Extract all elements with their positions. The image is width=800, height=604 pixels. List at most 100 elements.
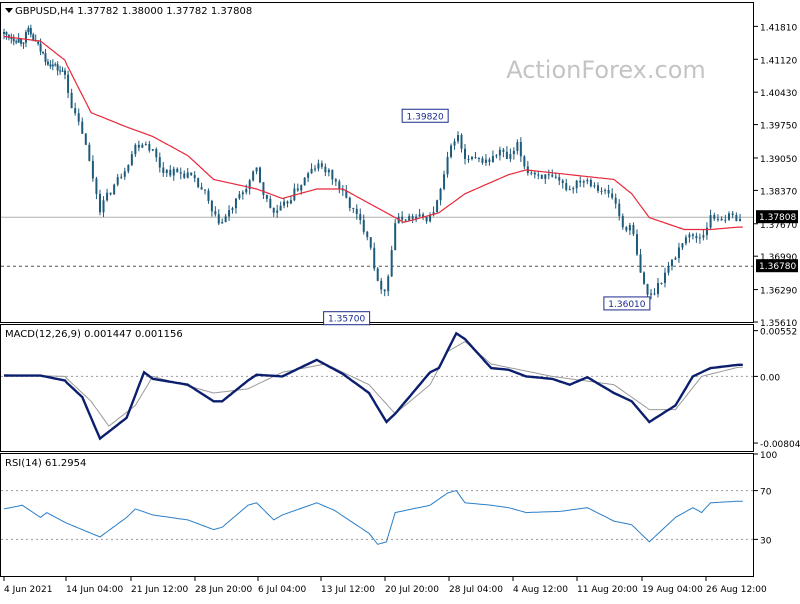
candle-body bbox=[245, 189, 248, 193]
candle-body bbox=[39, 43, 42, 52]
candle-body bbox=[373, 247, 376, 269]
candle-body bbox=[650, 293, 653, 295]
candle-body bbox=[663, 272, 666, 283]
candle-body bbox=[296, 188, 299, 191]
candle-body bbox=[439, 188, 442, 201]
candle-body bbox=[255, 167, 258, 172]
candle-body bbox=[411, 216, 414, 219]
candle-body bbox=[593, 185, 596, 187]
candle-body bbox=[307, 173, 310, 178]
candle-body bbox=[495, 155, 498, 157]
candle-body bbox=[207, 190, 210, 201]
candle-body bbox=[286, 201, 289, 204]
candle-body bbox=[151, 149, 154, 151]
candle-body bbox=[523, 156, 526, 167]
candle-body bbox=[684, 237, 687, 244]
candle-body bbox=[568, 189, 571, 191]
candle-body bbox=[657, 283, 659, 294]
candle-body bbox=[200, 187, 203, 190]
annotation-text: 1.39820 bbox=[407, 112, 444, 122]
collapse-triangle-icon[interactable] bbox=[5, 8, 13, 13]
time-axis-label: 26 Aug 12:00 bbox=[706, 585, 767, 595]
candle-body bbox=[279, 205, 282, 211]
candle-body bbox=[408, 216, 411, 221]
price-axis-label: 1.40430 bbox=[760, 89, 797, 99]
candle-body bbox=[681, 243, 684, 248]
candle-body bbox=[565, 183, 568, 190]
candle-body bbox=[15, 41, 18, 43]
candle-body bbox=[327, 169, 330, 173]
candle-body bbox=[474, 157, 477, 159]
candle-body bbox=[148, 144, 151, 151]
candle-body bbox=[37, 41, 40, 44]
candle-body bbox=[509, 154, 512, 159]
candle-body bbox=[22, 42, 25, 44]
price-axis-label: 1.41810 bbox=[760, 23, 797, 33]
candle-body bbox=[204, 189, 207, 191]
candle-body bbox=[505, 151, 508, 159]
candle-body bbox=[197, 178, 200, 188]
candle-body bbox=[3, 32, 5, 34]
candle-body bbox=[17, 38, 20, 43]
candle-body bbox=[366, 231, 369, 238]
candle-body bbox=[44, 53, 47, 62]
candle-body bbox=[262, 182, 265, 195]
candle-body bbox=[61, 70, 64, 72]
price-header: GBPUSD,H4 1.37782 1.38000 1.37782 1.3780… bbox=[5, 6, 252, 17]
candle-body bbox=[691, 234, 694, 236]
candle-body bbox=[695, 235, 698, 239]
candle-body bbox=[453, 141, 456, 146]
candle-body bbox=[713, 215, 716, 219]
candle-body bbox=[387, 276, 390, 292]
time-axis-label: 20 Jul 20:00 bbox=[385, 585, 439, 595]
candle-body bbox=[155, 149, 158, 158]
candle-body bbox=[303, 177, 306, 186]
candle-body bbox=[635, 234, 638, 255]
rsi-panel-frame bbox=[0, 453, 754, 577]
candle-body bbox=[544, 174, 547, 179]
candle-body bbox=[320, 163, 323, 167]
candle-body bbox=[77, 113, 80, 122]
candle-body bbox=[436, 200, 439, 213]
candle-body bbox=[317, 163, 320, 169]
candle-body bbox=[289, 200, 292, 204]
candle-body bbox=[457, 135, 460, 142]
candle-body bbox=[579, 180, 582, 183]
candle-body bbox=[176, 168, 179, 173]
candle-body bbox=[137, 144, 140, 148]
candle-body bbox=[394, 223, 397, 251]
candle-body bbox=[127, 165, 130, 172]
candle-body bbox=[276, 210, 279, 213]
current-price-badge-text: 1.37808 bbox=[759, 213, 796, 223]
candle-body bbox=[677, 247, 680, 259]
candle-body bbox=[228, 210, 231, 217]
candle-body bbox=[123, 171, 126, 177]
candle-body bbox=[621, 216, 624, 228]
macd-line bbox=[4, 331, 743, 441]
time-axis-label: 11 Aug 20:00 bbox=[577, 585, 638, 595]
candle-body bbox=[165, 169, 168, 173]
price-axis-label: 1.39750 bbox=[760, 122, 797, 132]
candle-body bbox=[607, 190, 610, 194]
rsi-axis-label: 70 bbox=[760, 488, 772, 498]
candle-body bbox=[241, 192, 244, 195]
candle-body bbox=[670, 259, 673, 267]
candle-body bbox=[183, 173, 186, 178]
candle-body bbox=[589, 179, 592, 187]
price-axis-label: 1.41120 bbox=[760, 56, 797, 66]
candle-body bbox=[450, 145, 453, 157]
candle-body bbox=[554, 176, 557, 178]
candle-body bbox=[313, 168, 316, 170]
candle-body bbox=[735, 215, 738, 221]
candle-body bbox=[144, 144, 147, 146]
price-axis-label: 1.38370 bbox=[760, 187, 797, 197]
candle-body bbox=[586, 179, 589, 182]
candle-body bbox=[561, 180, 564, 184]
candle-body bbox=[5, 32, 8, 35]
level-price-badge-text: 1.36780 bbox=[759, 262, 796, 272]
candle-body bbox=[614, 197, 617, 204]
macd-axis-label: 0.00 bbox=[760, 373, 780, 383]
candle-body bbox=[169, 169, 172, 176]
gbpusd-chart-window: ActionForex.com GBPUSD,H4 1.37782 1.3800… bbox=[0, 0, 800, 600]
candle-body bbox=[688, 234, 691, 238]
